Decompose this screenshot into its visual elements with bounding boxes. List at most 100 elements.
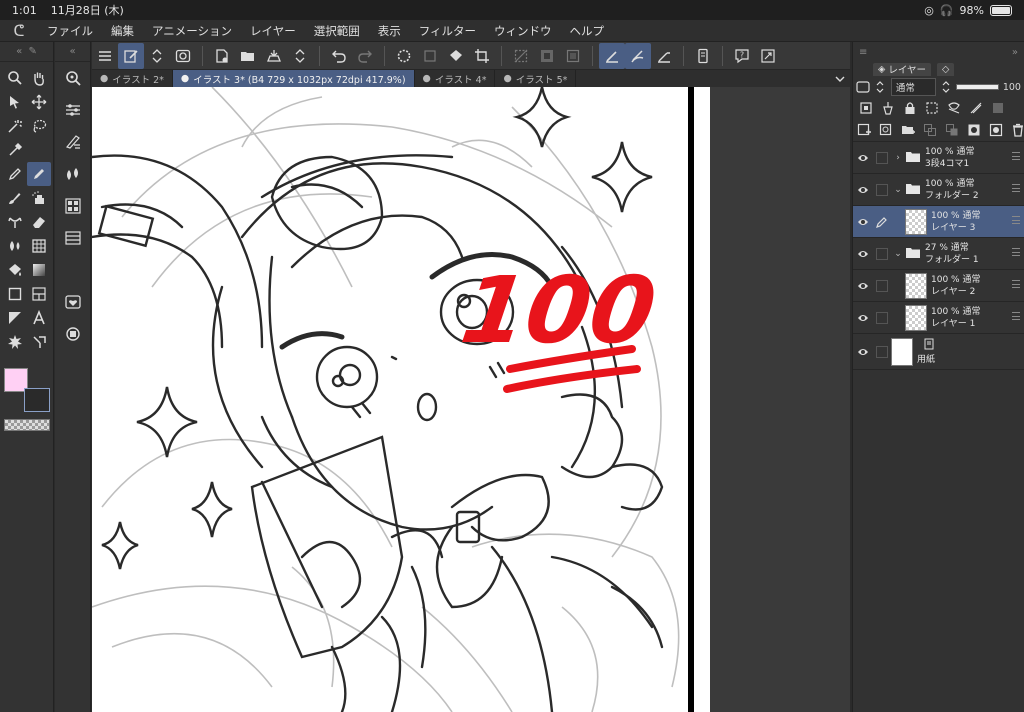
visibility-eye-icon[interactable] bbox=[853, 185, 873, 195]
visibility-eye-icon[interactable] bbox=[853, 217, 873, 227]
blend-mode-select[interactable]: 通常 bbox=[890, 78, 936, 96]
transfer-down-icon[interactable] bbox=[923, 123, 937, 137]
figure-icon[interactable] bbox=[3, 282, 27, 306]
hand-tool-icon[interactable] bbox=[27, 66, 51, 90]
zoom-tool-icon[interactable] bbox=[3, 66, 27, 90]
lasso-select-icon[interactable] bbox=[27, 114, 51, 138]
opacity-value[interactable]: 100 bbox=[1003, 82, 1021, 93]
app-logo-icon[interactable]: ᕦ bbox=[0, 22, 38, 40]
visibility-eye-icon[interactable] bbox=[853, 347, 873, 357]
opacity-slider[interactable] bbox=[956, 84, 999, 90]
layer-lock-checkbox[interactable] bbox=[876, 183, 888, 196]
add-mask-icon[interactable] bbox=[967, 123, 981, 137]
tab-illust-5[interactable]: ● イラスト 5* bbox=[495, 70, 577, 87]
redo-icon[interactable] bbox=[352, 43, 378, 69]
layer-row[interactable]: ⌄ 27 % 通常 フォルダー 1 bbox=[853, 238, 1024, 270]
pen-icon[interactable] bbox=[3, 162, 27, 186]
invert-selection-icon[interactable] bbox=[534, 43, 560, 69]
color-set-icon[interactable] bbox=[55, 190, 91, 222]
drawing-paper[interactable]: 100 bbox=[92, 87, 710, 712]
chevron-updown-icon[interactable] bbox=[144, 43, 170, 69]
chevron-updown-icon[interactable] bbox=[940, 80, 953, 94]
layer-property-icon[interactable] bbox=[55, 318, 91, 350]
palette-color-icon[interactable] bbox=[991, 101, 1005, 115]
menu-file[interactable]: ファイル bbox=[38, 23, 102, 39]
brush-icon[interactable] bbox=[3, 186, 27, 210]
panel-collapse-icon[interactable]: » bbox=[1012, 47, 1018, 58]
layer-lock-checkbox[interactable] bbox=[876, 151, 888, 164]
snap-grid-icon[interactable] bbox=[651, 43, 677, 69]
apply-mask-icon[interactable] bbox=[989, 123, 1003, 137]
ruler-layer-icon[interactable] bbox=[969, 101, 983, 115]
new-raster-layer-icon[interactable] bbox=[857, 123, 871, 137]
layer-row[interactable]: 100 % 通常 レイヤー 1 bbox=[853, 302, 1024, 334]
text-tool-icon[interactable] bbox=[27, 306, 51, 330]
visibility-eye-icon[interactable] bbox=[853, 153, 873, 163]
frame-border-icon[interactable] bbox=[27, 282, 51, 306]
ruler-icon[interactable] bbox=[27, 234, 51, 258]
clip-studio-icon[interactable] bbox=[170, 43, 196, 69]
collapse-icon[interactable]: « bbox=[16, 46, 22, 57]
device-icon[interactable] bbox=[690, 43, 716, 69]
layer-row[interactable]: 100 % 通常 レイヤー 3 bbox=[853, 206, 1024, 238]
editing-pen-icon[interactable] bbox=[876, 216, 888, 228]
trash-icon[interactable] bbox=[1011, 123, 1024, 137]
menu-view[interactable]: 表示 bbox=[369, 23, 410, 39]
quick-access-icon[interactable] bbox=[118, 42, 144, 69]
select-all-icon[interactable] bbox=[560, 43, 586, 69]
layer-mask-toggle-icon[interactable] bbox=[856, 80, 870, 94]
fullscreen-icon[interactable] bbox=[755, 43, 781, 69]
tab-illust-2[interactable]: ● イラスト 2* bbox=[92, 70, 173, 87]
pen-tool-icon[interactable]: ✎ bbox=[29, 46, 37, 57]
chevron-down-icon[interactable]: ⌄ bbox=[891, 185, 905, 195]
object-select-icon[interactable] bbox=[3, 90, 27, 114]
tab-layer-property[interactable]: ◇ bbox=[937, 62, 955, 76]
eyedropper-icon[interactable] bbox=[3, 138, 27, 162]
visibility-eye-icon[interactable] bbox=[853, 313, 873, 323]
visibility-eye-icon[interactable] bbox=[853, 249, 873, 259]
new-vector-layer-icon[interactable] bbox=[879, 123, 893, 137]
layer-lock-checkbox[interactable] bbox=[876, 279, 888, 292]
navigator-icon[interactable] bbox=[55, 62, 91, 94]
loading-spinner-icon[interactable] bbox=[391, 43, 417, 69]
lock-icon[interactable] bbox=[903, 101, 917, 115]
auto-select-icon[interactable] bbox=[3, 114, 27, 138]
drag-handle-icon[interactable] bbox=[1012, 216, 1020, 224]
menu-layer[interactable]: レイヤー bbox=[241, 23, 305, 39]
blend-icon[interactable] bbox=[3, 234, 27, 258]
transparent-color-swatch[interactable] bbox=[4, 419, 50, 431]
merge-down-icon[interactable] bbox=[945, 123, 959, 137]
transform-icon[interactable] bbox=[417, 43, 443, 69]
lock-transparent-icon[interactable] bbox=[925, 101, 939, 115]
chevron-down-icon[interactable]: ⌄ bbox=[891, 249, 905, 259]
drag-handle-icon[interactable] bbox=[1012, 152, 1020, 160]
tab-illust-4[interactable]: ● イラスト 4* bbox=[415, 70, 496, 87]
pencil-icon[interactable] bbox=[27, 162, 51, 186]
clear-selection-icon[interactable] bbox=[508, 43, 534, 69]
color-wheel-icon[interactable] bbox=[55, 158, 91, 190]
menu-edit[interactable]: 編集 bbox=[102, 23, 143, 39]
material-icon[interactable] bbox=[55, 286, 91, 318]
tab-illust-3[interactable]: ● イラスト 3* (B4 729 x 1032px 72dpi 417.9%) bbox=[172, 70, 415, 87]
correct-line-icon[interactable] bbox=[27, 330, 51, 354]
help-icon[interactable]: ? bbox=[729, 43, 755, 69]
airbrush-icon[interactable] bbox=[27, 186, 51, 210]
drag-handle-icon[interactable] bbox=[1012, 184, 1020, 192]
fill-icon[interactable] bbox=[3, 258, 27, 282]
gradient-icon[interactable] bbox=[27, 258, 51, 282]
canvas-area[interactable]: 100 bbox=[92, 87, 850, 712]
drag-handle-icon[interactable] bbox=[1012, 248, 1020, 256]
visibility-eye-icon[interactable] bbox=[853, 281, 873, 291]
crop-icon[interactable] bbox=[469, 43, 495, 69]
menu-window[interactable]: ウィンドウ bbox=[485, 23, 561, 39]
snap-ruler-icon[interactable] bbox=[599, 42, 625, 69]
layer-row[interactable]: ⌄ 100 % 通常 フォルダー 2 bbox=[853, 174, 1024, 206]
new-file-icon[interactable] bbox=[209, 43, 235, 69]
decoration-icon[interactable] bbox=[3, 210, 27, 234]
chevron-right-icon[interactable]: › bbox=[891, 153, 905, 163]
layer-lock-checkbox[interactable] bbox=[876, 311, 888, 324]
panel-menu-icon[interactable]: ≡ bbox=[859, 47, 867, 58]
chevron-down-icon[interactable] bbox=[830, 70, 850, 87]
menu-animation[interactable]: アニメーション bbox=[143, 23, 241, 39]
layer-row[interactable]: 100 % 通常 レイヤー 2 bbox=[853, 270, 1024, 302]
